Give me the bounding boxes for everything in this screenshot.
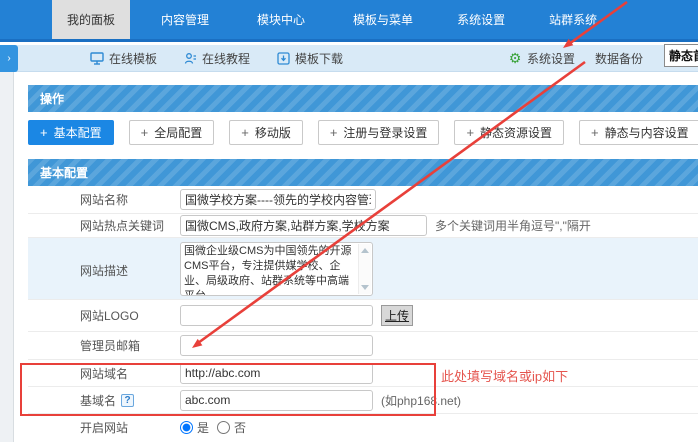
basic-config-section-header: 基本配置 <box>28 159 698 186</box>
global-config-label: 全局配置 <box>154 124 202 141</box>
form-row-site-domain: 网站域名 <box>28 360 698 387</box>
collapsed-sidebar-rail <box>0 72 14 442</box>
template-download-button[interactable]: 模板下载 <box>276 50 343 67</box>
site-name-label: 网站名称 <box>28 191 180 208</box>
template-download-label: 模板下载 <box>295 50 343 67</box>
form-row-logo: 网站LOGO 上传 <box>28 300 698 332</box>
base-domain-hint: (如php168.net) <box>381 392 461 409</box>
nav-tab-my-panel[interactable]: 我的面板 <box>52 0 130 39</box>
data-backup-button[interactable]: 数据备份 <box>595 50 643 67</box>
nav-spacer <box>0 0 52 39</box>
main-content: 操作 + 基本配置 + 全局配置 + 移动版 + 注册与登录设置 + 静态资源设置 + 静态… <box>28 85 698 440</box>
form-row-keywords: 网站热点关键词 多个关键词用半角逗号","隔开 <box>28 214 698 238</box>
description-textarea[interactable]: 国微企业级CMS为中国领先的开源CMS平台，专注提供媒学校、企业、局级政府、站群… <box>180 242 373 296</box>
site-enabled-label: 开启网站 <box>28 419 180 436</box>
base-domain-label: 基域名 <box>80 392 116 409</box>
form-row-description: 网站描述 国微企业级CMS为中国领先的开源CMS平台，专注提供媒学校、企业、局级… <box>28 238 698 300</box>
gear-icon: ⚙ <box>508 51 522 65</box>
site-domain-label: 网站域名 <box>28 365 180 382</box>
sidebar-expand-button[interactable]: › <box>0 45 18 72</box>
scroll-up-icon <box>361 248 369 253</box>
plus-icon: + <box>40 125 48 140</box>
keywords-input[interactable] <box>180 215 427 236</box>
toolbar-right-group: ⚙ 系统设置 数据备份 <box>508 50 643 67</box>
nav-tab-modules[interactable]: 模块中心 <box>243 0 319 39</box>
action-buttons-row: + 基本配置 + 全局配置 + 移动版 + 注册与登录设置 + 静态资源设置 + 静态与内容… <box>28 112 698 159</box>
basic-config-button[interactable]: + 基本配置 <box>28 120 114 145</box>
site-name-input[interactable] <box>180 189 376 210</box>
tutorial-icon <box>183 51 197 65</box>
toolbar-left-group: 在线模板 在线教程 模板下载 <box>90 50 343 67</box>
keywords-hint: 多个关键词用半角逗号","隔开 <box>435 217 591 234</box>
plus-icon: + <box>591 125 599 140</box>
scroll-down-icon <box>361 285 369 290</box>
admin-email-label: 管理员邮箱 <box>28 337 180 354</box>
system-settings-label: 系统设置 <box>527 50 575 67</box>
site-enabled-yes-label: 是 <box>197 419 209 436</box>
register-login-settings-label: 注册与登录设置 <box>343 124 427 141</box>
nav-tab-content[interactable]: 内容管理 <box>147 0 223 39</box>
admin-email-input[interactable] <box>180 335 373 356</box>
annotation-note: 此处填写域名或ip如下 <box>441 366 568 385</box>
online-templates-label: 在线模板 <box>109 50 157 67</box>
basic-config-label: 基本配置 <box>54 124 102 141</box>
base-domain-input[interactable] <box>180 390 373 411</box>
form-row-site-enabled: 开启网站 是 否 <box>28 414 698 440</box>
static-resource-settings-label: 静态资源设置 <box>480 124 552 141</box>
plus-icon: + <box>141 125 149 140</box>
nav-tab-system-settings[interactable]: 系统设置 <box>443 0 519 39</box>
site-enabled-no-radio[interactable] <box>217 421 230 434</box>
mobile-version-label: 移动版 <box>255 124 291 141</box>
download-icon <box>276 51 290 65</box>
upload-button[interactable]: 上传 <box>381 305 413 326</box>
plus-icon: + <box>241 125 249 140</box>
top-nav: 我的面板 内容管理 模块中心 模板与菜单 系统设置 站群系统 <box>0 0 698 42</box>
toolbar: › 在线模板 在线教程 模板下载 <box>0 45 698 72</box>
static-content-settings-button[interactable]: + 静态与内容设置 <box>579 120 698 145</box>
help-icon[interactable]: ? <box>121 394 134 407</box>
form-row-site-name: 网站名称 <box>28 186 698 214</box>
description-label: 网站描述 <box>28 262 180 279</box>
online-templates-button[interactable]: 在线模板 <box>90 50 157 67</box>
logo-input[interactable] <box>180 305 373 326</box>
static-resource-settings-button[interactable]: + 静态资源设置 <box>454 120 564 145</box>
online-tutorial-button[interactable]: 在线教程 <box>183 50 250 67</box>
description-text: 国微企业级CMS为中国领先的开源CMS平台，专注提供媒学校、企业、局级政府、站群… <box>181 243 372 296</box>
static-home-tooltip: 静态首 <box>664 44 698 67</box>
textarea-scrollbar[interactable] <box>358 244 371 294</box>
monitor-icon <box>90 51 104 65</box>
logo-label: 网站LOGO <box>28 307 180 324</box>
form-row-base-domain: 基域名 ? (如php168.net) <box>28 387 698 414</box>
nav-tab-site-group[interactable]: 站群系统 <box>535 0 611 39</box>
actions-section-header: 操作 <box>28 85 698 112</box>
site-domain-input[interactable] <box>180 363 373 384</box>
admin-screen: 我的面板 内容管理 模块中心 模板与菜单 系统设置 站群系统 › 在线模板 在线… <box>0 0 698 442</box>
site-enabled-no-label: 否 <box>234 419 246 436</box>
data-backup-label: 数据备份 <box>595 50 643 67</box>
static-content-settings-label: 静态与内容设置 <box>605 124 689 141</box>
mobile-version-button[interactable]: + 移动版 <box>229 120 303 145</box>
online-tutorial-label: 在线教程 <box>202 50 250 67</box>
plus-icon: + <box>466 125 474 140</box>
site-enabled-yes-radio[interactable] <box>180 421 193 434</box>
plus-icon: + <box>330 125 338 140</box>
nav-tab-templates-menus[interactable]: 模板与菜单 <box>339 0 427 39</box>
system-settings-button[interactable]: ⚙ 系统设置 <box>508 50 575 67</box>
register-login-settings-button[interactable]: + 注册与登录设置 <box>318 120 440 145</box>
global-config-button[interactable]: + 全局配置 <box>129 120 215 145</box>
form-row-admin-email: 管理员邮箱 <box>28 332 698 360</box>
keywords-label: 网站热点关键词 <box>28 217 180 234</box>
